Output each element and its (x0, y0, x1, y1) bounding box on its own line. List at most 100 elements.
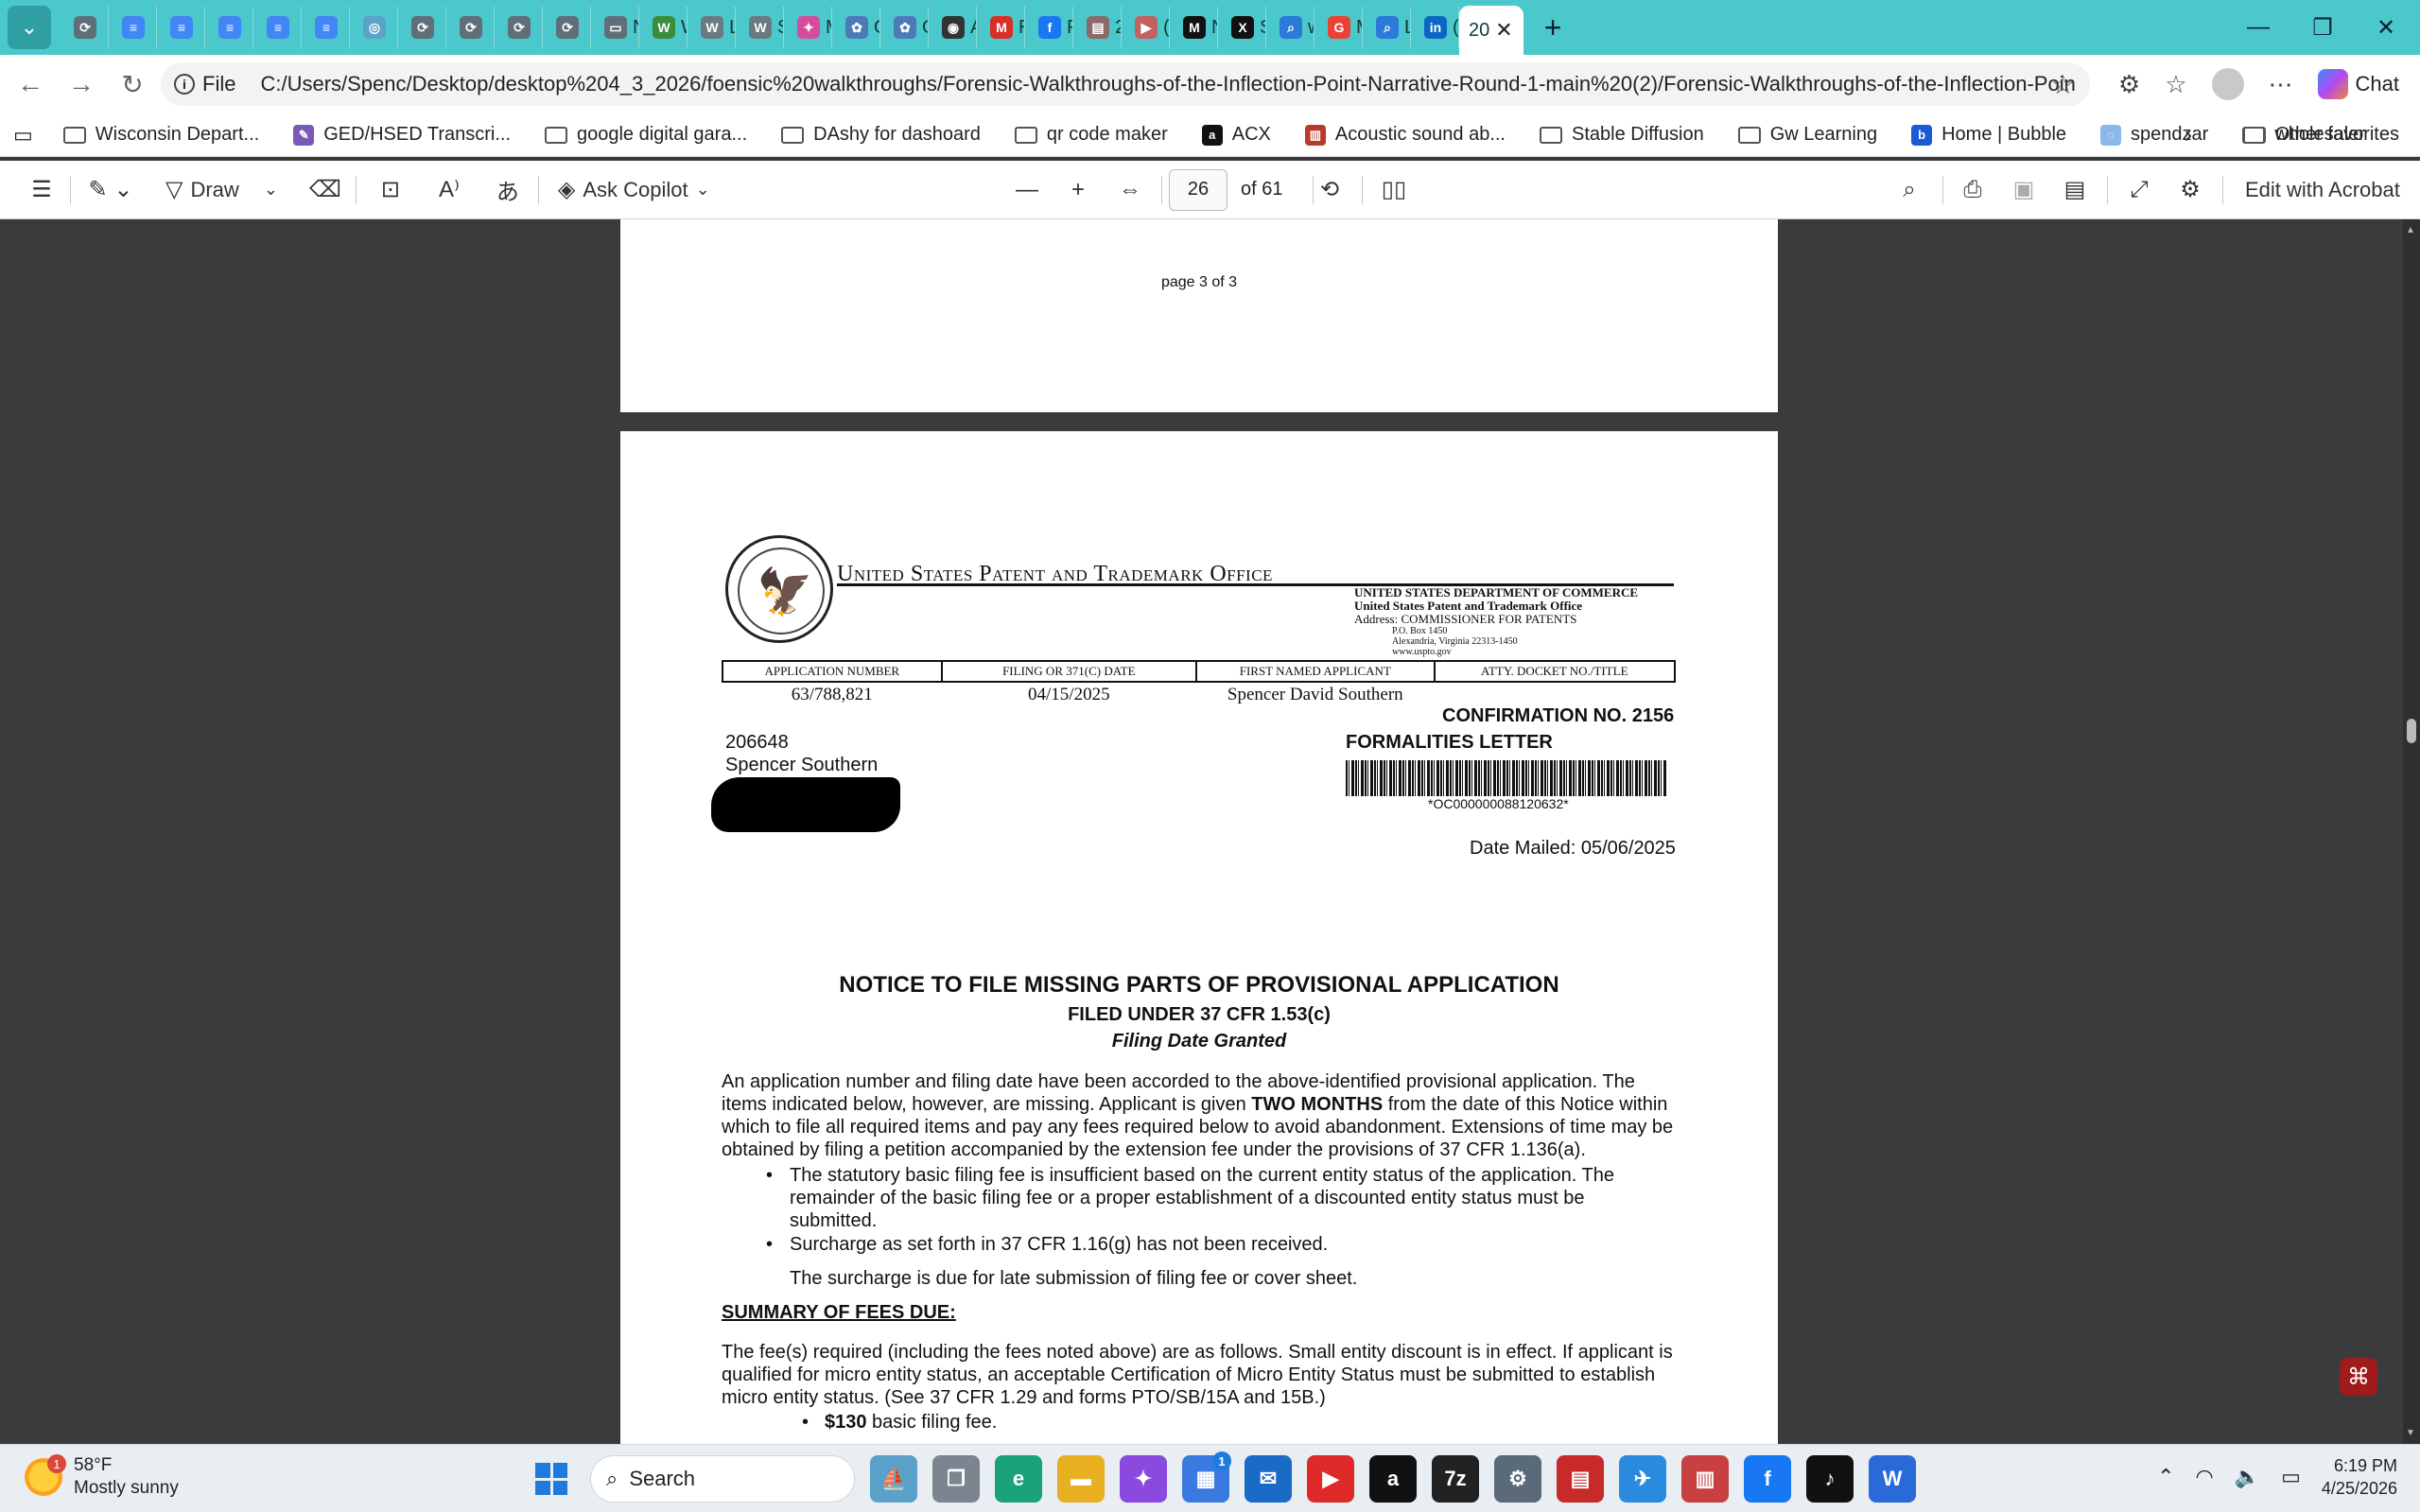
tab[interactable]: GM (1314, 7, 1363, 48)
tab[interactable]: ⟳ (543, 7, 591, 48)
extensions-icon[interactable]: ⚙ (2118, 70, 2140, 99)
file-explorer-icon[interactable]: ▬ (1057, 1455, 1105, 1503)
reading-list-icon[interactable]: ▭ (13, 123, 33, 148)
tab[interactable]: ✿ O: (880, 7, 929, 48)
fishing-widget-icon[interactable]: ⛵ (870, 1455, 917, 1503)
minimize-button[interactable]: — (2224, 0, 2292, 55)
favorite-item[interactable]: a ACX (1201, 124, 1271, 146)
tab[interactable]: ▭ Ne (591, 7, 639, 48)
save-as-button[interactable]: ▤ (2056, 169, 2094, 211)
acrobat-fab-button[interactable]: ⌘ (2340, 1358, 2377, 1396)
edge-icon[interactable]: e (995, 1455, 1042, 1503)
tab[interactable]: f Fa (1025, 7, 1073, 48)
favorites-icon[interactable]: ☆ (2165, 70, 2186, 99)
favorite-item[interactable]: Stable Diffusion (1539, 124, 1704, 146)
taskbar-search[interactable]: ⌕ Search (590, 1455, 855, 1503)
tiktok-icon[interactable]: ♪ (1806, 1455, 1854, 1503)
favorite-item[interactable]: google digital gara... (545, 124, 747, 146)
tab[interactable]: ◉Al (929, 7, 977, 48)
erase-button[interactable]: ⌫ (306, 169, 344, 211)
tab[interactable]: ✿ O: (832, 7, 880, 48)
translate-button[interactable]: あ (489, 169, 527, 211)
tab[interactable]: ✦ Mi (784, 7, 832, 48)
task-view-icon[interactable]: ❐ (932, 1455, 980, 1503)
tab[interactable]: ≡ (157, 7, 205, 48)
tab[interactable]: ⌕ wi (1266, 7, 1314, 48)
add-text-button[interactable]: ⊡ (372, 169, 409, 211)
full-screen-button[interactable]: ⤢ (2120, 169, 2158, 211)
battery-icon[interactable]: ▭ (2281, 1465, 2301, 1489)
highlight-button[interactable]: ✎ ⌄ (84, 169, 137, 211)
tab[interactable]: WW (639, 7, 688, 48)
contents-button[interactable]: ☰ (23, 169, 61, 211)
tab[interactable]: ⌕ Lin (1363, 7, 1411, 48)
ask-copilot-button[interactable]: ◈ Ask Copilot ⌄ (558, 169, 710, 211)
tab[interactable]: WSc (736, 7, 784, 48)
search-button[interactable]: ⌕ (1890, 169, 1928, 211)
page-number-input[interactable]: 26 (1169, 168, 1227, 211)
forward-button[interactable]: → (61, 63, 102, 105)
settings-button[interactable]: ⚙ (2171, 169, 2209, 211)
draw-button[interactable]: ▽ Draw ⌄ (165, 169, 278, 211)
weather-widget[interactable]: 1 58°F Mostly sunny (25, 1454, 179, 1500)
scrollbar[interactable]: ▲ ▼ (2403, 219, 2420, 1444)
safari-icon[interactable]: ✈ (1619, 1455, 1666, 1503)
acrobat-icon[interactable]: ▥ (1681, 1455, 1729, 1503)
tab[interactable]: ⟳ (495, 7, 543, 48)
scroll-up-icon[interactable]: ▲ (2406, 225, 2415, 235)
favorite-item[interactable]: DAshy for dashoard (781, 124, 981, 146)
close-tab-icon[interactable]: ✕ (1495, 18, 1512, 43)
read-aloud-button[interactable]: A⁾ (430, 169, 468, 211)
back-button[interactable]: ← (9, 63, 51, 105)
favorite-star-icon[interactable]: ☆ (2051, 69, 2075, 100)
copilot-chat-button[interactable]: Chat (2317, 69, 2399, 99)
favorite-item[interactable]: qr code maker (1014, 124, 1168, 146)
new-tab-button[interactable]: + (1544, 10, 1562, 45)
youtube-icon[interactable]: ▶ (1307, 1455, 1354, 1503)
tab[interactable]: ≡ (302, 7, 350, 48)
facebook-icon[interactable]: f (1744, 1455, 1791, 1503)
show-hidden-icons-chevron-icon[interactable]: ⌃ (2157, 1465, 2174, 1489)
edit-with-acrobat-button[interactable]: Edit with Acrobat (2245, 169, 2400, 211)
zoom-out-button[interactable]: — (1008, 169, 1046, 211)
volume-icon[interactable]: 🔈 (2235, 1465, 2260, 1489)
close-window-button[interactable]: ✕ (2352, 0, 2420, 55)
tab[interactable]: MNe (1170, 7, 1218, 48)
refresh-button[interactable]: ↻ (112, 63, 153, 105)
tab[interactable]: ≡ (205, 7, 253, 48)
address-bar[interactable]: i File C:/Users/Spenc/Desktop/desktop%20… (161, 62, 2090, 106)
favorite-item[interactable]: Wisconsin Depart... (62, 124, 259, 146)
tab[interactable]: W Li (688, 7, 736, 48)
amazon-icon[interactable]: a (1369, 1455, 1417, 1503)
favorite-item[interactable]: b Home | Bubble (1911, 124, 2066, 146)
word-icon[interactable]: W (1869, 1455, 1916, 1503)
tab[interactable]: ▶(8 (1122, 7, 1170, 48)
tab[interactable]: ◎ (350, 7, 398, 48)
restore-button[interactable]: ❐ (2289, 0, 2357, 55)
rotate-button[interactable]: ⟲ (1311, 169, 1349, 211)
tab[interactable]: ▤ 20 (1073, 7, 1122, 48)
scroll-down-icon[interactable]: ▼ (2406, 1428, 2415, 1438)
tab[interactable]: MRe (977, 7, 1025, 48)
tab[interactable]: in (2 (1411, 7, 1459, 48)
fit-page-button[interactable]: ⇔ (1111, 169, 1149, 211)
wifi-icon[interactable]: ◠ (2196, 1465, 2214, 1489)
page-view-button[interactable]: ▯▯ (1375, 169, 1413, 211)
favorite-item[interactable]: ▥ Acoustic sound ab... (1304, 124, 1506, 146)
tab[interactable]: ≡ (253, 7, 302, 48)
bag-icon[interactable]: ▤ (1557, 1455, 1604, 1503)
scrollbar-thumb[interactable] (2407, 719, 2416, 743)
address-url[interactable]: C:/Users/Spenc/Desktop/desktop%204_3_202… (260, 72, 2076, 96)
info-icon[interactable]: i (174, 74, 195, 95)
7zip-icon[interactable]: 7z (1432, 1455, 1479, 1503)
start-button[interactable] (528, 1455, 575, 1503)
pdf-viewer[interactable]: page 3 of 3 (0, 219, 2420, 1444)
other-favorites[interactable]: Other favorites (2242, 124, 2399, 146)
profile-avatar[interactable] (2211, 68, 2244, 100)
tab-active[interactable]: 20 ✕ (1459, 6, 1523, 55)
tab[interactable]: ⟳ (398, 7, 446, 48)
zoom-in-button[interactable]: + (1059, 169, 1097, 211)
print-button[interactable]: ⎙ (1954, 169, 1992, 211)
outlook-icon[interactable]: ✉ (1245, 1455, 1292, 1503)
clock[interactable]: 6:19 PM 4/25/2026 (2322, 1454, 2397, 1500)
